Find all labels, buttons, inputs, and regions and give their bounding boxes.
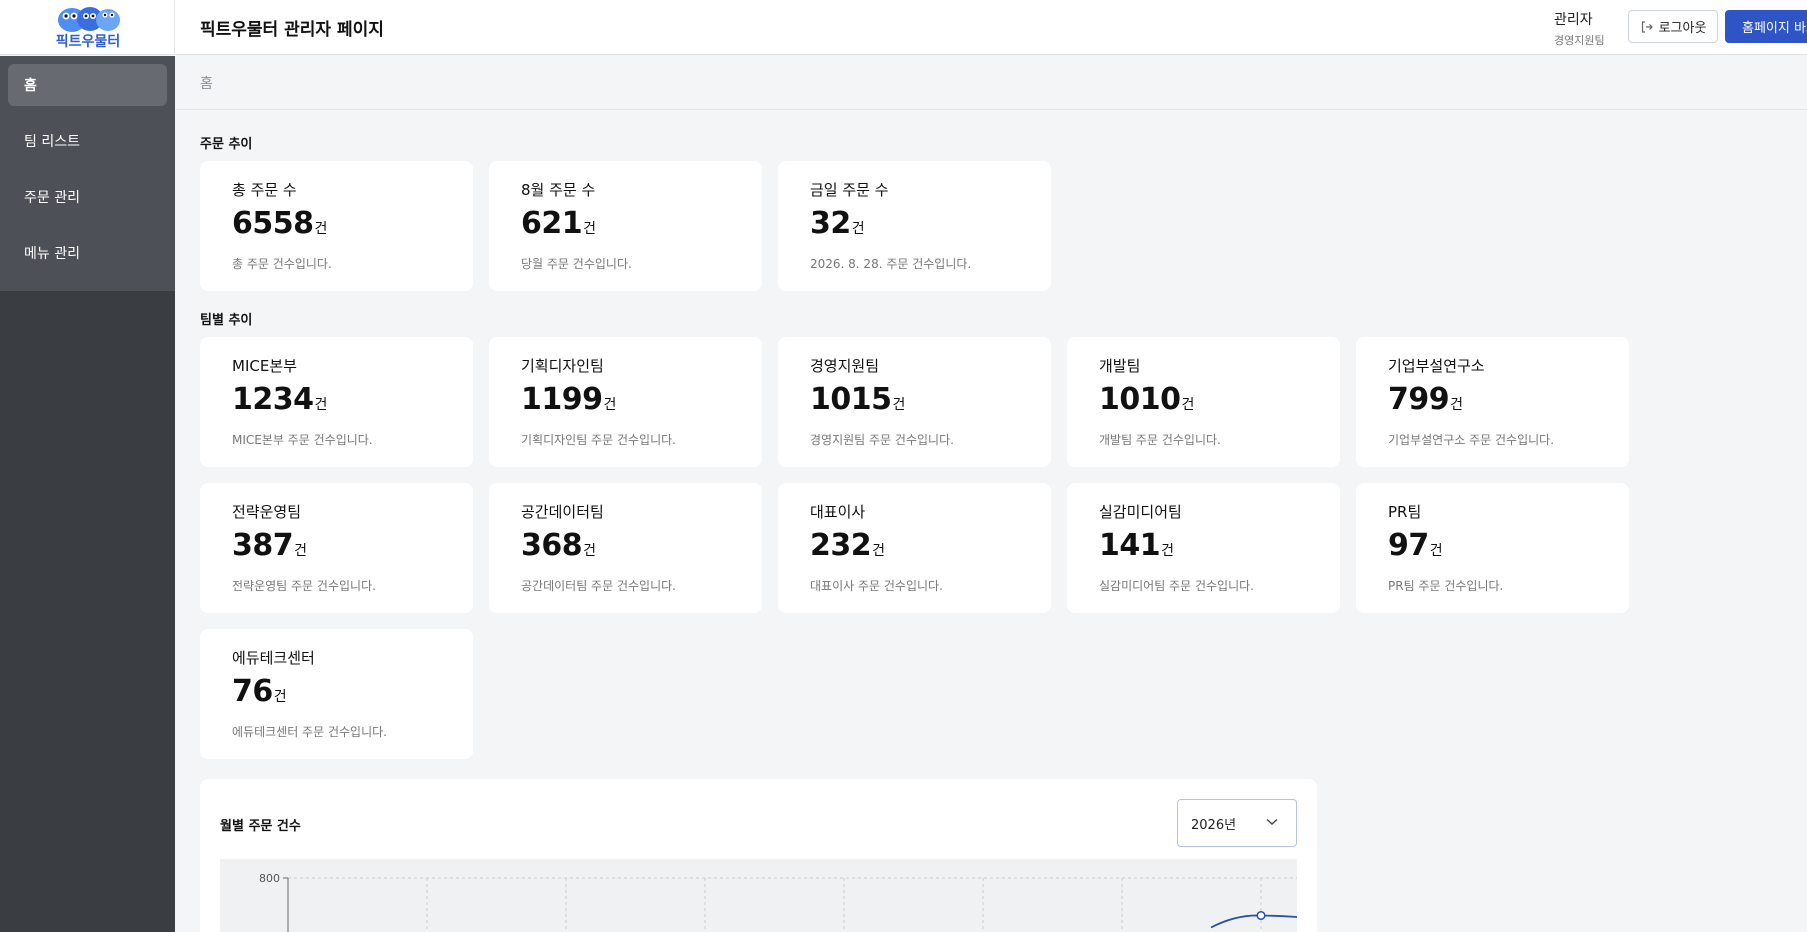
sidebar-item-order-management[interactable]: 주문 관리 [8,176,167,218]
sidebar: 홈 팀 리스트 주문 관리 메뉴 관리 [0,56,175,932]
team-card: MICE본부 1234건 MICE본부 주문 건수입니다. [200,337,473,467]
card-title: 실감미디어팀 [1099,503,1182,521]
card-desc: 전략운영팀 주문 건수입니다. [232,579,376,593]
sidebar-item-menu-management[interactable]: 메뉴 관리 [8,232,167,274]
card-title: 총 주문 수 [232,181,297,199]
order-card-today: 금일 주문 수 32건 2026. 8. 28. 주문 건수입니다. [778,161,1051,291]
card-value: 6558건 [232,206,327,241]
card-desc: 개발팀 주문 건수입니다. [1099,433,1221,447]
card-title: 기업부설연구소 [1388,357,1485,375]
breadcrumb-bar: 홈 [176,56,1807,110]
card-desc: 경영지원팀 주문 건수입니다. [810,433,954,447]
monthly-chart-card: 월별 주문 건수 2026년 800 [200,779,1317,932]
card-value: 76건 [232,674,287,709]
card-title: 경영지원팀 [810,357,880,375]
team-card: 경영지원팀 1015건 경영지원팀 주문 건수입니다. [778,337,1051,467]
chevron-down-icon [1266,818,1278,825]
data-point [1256,910,1266,921]
homepage-button[interactable]: 홈페이지 바로가기 [1725,10,1807,43]
card-title: 개발팀 [1099,357,1141,375]
year-select-value: 2026년 [1191,817,1237,833]
card-desc: 에듀테크센터 주문 건수입니다. [232,725,387,739]
order-trend-title: 주문 추이 [200,137,253,152]
series-line [1210,914,1297,929]
line-chart-area: 800 [220,859,1297,932]
card-title: 8월 주문 수 [521,181,596,199]
card-value: 232건 [810,528,885,563]
card-title: 공간데이터팀 [521,503,604,521]
card-desc: 당월 주문 건수입니다. [521,257,632,271]
sidebar-item-home[interactable]: 홈 [8,64,167,106]
order-card-total: 총 주문 수 6558건 총 주문 건수입니다. [200,161,473,291]
logout-icon [1641,20,1653,33]
card-desc: 기업부설연구소 주문 건수입니다. [1388,433,1555,447]
card-title: 대표이사 [810,503,866,521]
team-card: 개발팀 1010건 개발팀 주문 건수입니다. [1067,337,1340,467]
card-title: MICE본부 [232,357,297,375]
card-desc: 2026. 8. 28. 주문 건수입니다. [810,257,972,271]
card-desc: 총 주문 건수입니다. [232,257,332,271]
card-title: 전략운영팀 [232,503,302,521]
team-card: 기업부설연구소 799건 기업부설연구소 주문 건수입니다. [1356,337,1629,467]
card-desc: 대표이사 주문 건수입니다. [810,579,943,593]
card-value: 1199건 [521,382,616,417]
team-trend-title: 팀별 추이 [200,313,253,328]
logo-text: 픽트우물터 [56,33,120,50]
logo-area[interactable]: 픽트우물터 [0,0,175,55]
breadcrumb: 홈 [200,76,213,92]
year-select[interactable]: 2026년 [1177,799,1297,847]
card-value: 368건 [521,528,596,563]
card-value: 799건 [1388,382,1463,417]
card-value: 1015건 [810,382,905,417]
top-header: 픽트우물터 픽트우물터 관리자 페이지 관리자 경영지원팀 로그아웃 홈페이지 … [0,0,1807,55]
card-value: 1010건 [1099,382,1194,417]
admin-app: 픽트우물터 픽트우물터 관리자 페이지 관리자 경영지원팀 로그아웃 홈페이지 … [0,0,1807,932]
page-title: 픽트우물터 관리자 페이지 [200,20,384,40]
card-desc: 공간데이터팀 주문 건수입니다. [521,579,676,593]
card-desc: 실감미디어팀 주문 건수입니다. [1099,579,1254,593]
team-card: PR팀 97건 PR팀 주문 건수입니다. [1356,483,1629,613]
card-value: 621건 [521,206,596,241]
user-team: 경영지원팀 [1554,34,1605,47]
team-card: 전략운영팀 387건 전략운영팀 주문 건수입니다. [200,483,473,613]
logo-mascot-icon: 픽트우물터 [56,7,120,50]
card-title: 금일 주문 수 [810,181,889,199]
team-card: 에듀테크센터 76건 에듀테크센터 주문 건수입니다. [200,629,473,759]
y-tick-label: 800 [259,872,280,885]
team-card: 기획디자인팀 1199건 기획디자인팀 주문 건수입니다. [489,337,762,467]
card-desc: PR팀 주문 건수입니다. [1388,579,1504,593]
line-chart: 800 [259,872,1297,932]
logout-button[interactable]: 로그아웃 [1628,10,1718,43]
user-role: 관리자 [1554,12,1593,28]
monthly-chart-title: 월별 주문 건수 [220,819,301,834]
card-value: 97건 [1388,528,1443,563]
card-desc: MICE본부 주문 건수입니다. [232,433,373,447]
user-info: 관리자 경영지원팀 [1554,9,1605,48]
card-desc: 기획디자인팀 주문 건수입니다. [521,433,676,447]
logout-label: 로그아웃 [1658,21,1707,36]
team-card: 실감미디어팀 141건 실감미디어팀 주문 건수입니다. [1067,483,1340,613]
card-value: 387건 [232,528,307,563]
card-title: 에듀테크센터 [232,649,315,667]
team-card: 공간데이터팀 368건 공간데이터팀 주문 건수입니다. [489,483,762,613]
card-value: 1234건 [232,382,327,417]
order-card-month: 8월 주문 수 621건 당월 주문 건수입니다. [489,161,762,291]
sidebar-menu: 홈 팀 리스트 주문 관리 메뉴 관리 [0,56,175,291]
card-title: PR팀 [1388,503,1422,521]
card-title: 기획디자인팀 [521,357,604,375]
sidebar-item-team-list[interactable]: 팀 리스트 [8,120,167,162]
team-card: 대표이사 232건 대표이사 주문 건수입니다. [778,483,1051,613]
card-value: 32건 [810,206,865,241]
card-value: 141건 [1099,528,1174,563]
